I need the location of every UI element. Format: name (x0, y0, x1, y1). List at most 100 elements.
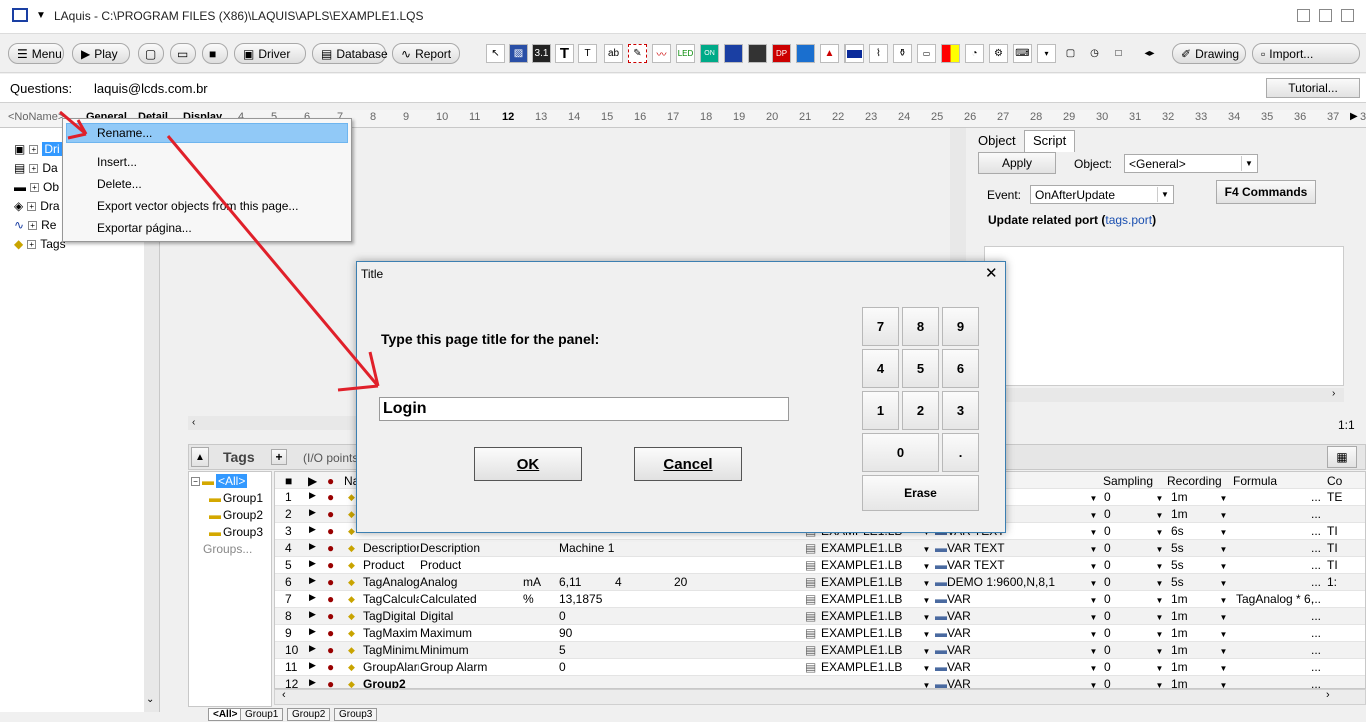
tab-page-35[interactable]: 35 (1261, 111, 1273, 123)
scroll-left-icon[interactable]: ‹ (282, 689, 286, 701)
cell-recording[interactable]: 5s (1171, 575, 1184, 589)
key-1[interactable]: 1 (862, 391, 899, 430)
tree-item-drawing[interactable]: ◈ + Dra (14, 197, 60, 215)
menu-item-insert[interactable]: Insert... (97, 152, 137, 172)
key-0[interactable]: 0 (862, 433, 939, 472)
cell-unit[interactable]: mA (523, 575, 541, 589)
scroll-right-icon[interactable]: ▶ (1350, 111, 1358, 122)
bottom-tab-group1[interactable]: Group1 (240, 708, 284, 721)
pointer-tool-icon[interactable]: ↖ (486, 44, 505, 63)
cell-file[interactable]: EXAMPLE1.LB (821, 643, 902, 657)
tag-icon[interactable]: ◆ (348, 679, 355, 688)
scroll-left-icon[interactable]: ‹ (192, 417, 195, 428)
cell-sampling[interactable]: 0 (1104, 558, 1111, 572)
groups-more-link[interactable]: Groups... (203, 542, 252, 556)
cell-port[interactable]: VAR TEXT (947, 558, 1005, 572)
play-icon[interactable]: ▶ (309, 626, 316, 637)
tag-icon[interactable]: ◆ (348, 577, 355, 588)
group-item-all[interactable]: − ▬ <All> (191, 474, 248, 488)
key-9[interactable]: 9 (942, 307, 979, 346)
cell-co[interactable]: TI (1327, 541, 1338, 555)
chevron-down-icon[interactable]: ▼ (920, 542, 933, 556)
chevron-down-icon[interactable]: ▼ (920, 559, 933, 573)
table-row[interactable]: ▶ ● ◆ ▤ ▬ 11 GroupAlarn Group Alarm 0 EXAMPLE1.LB… (275, 659, 1365, 676)
colors-tool-icon[interactable] (941, 44, 960, 63)
chevron-down-icon[interactable]: ▼ (1153, 593, 1166, 607)
script-hscrollbar[interactable] (984, 388, 1344, 402)
tab-page-22[interactable]: 22 (832, 111, 844, 123)
chevron-down-icon[interactable]: ▼ (1153, 610, 1166, 624)
bottom-tab-group2[interactable]: Group2 (287, 708, 331, 721)
chevron-down-icon[interactable]: ▼ (1153, 576, 1166, 590)
alarm-tool-icon[interactable]: ▲ (820, 44, 839, 63)
cell-desc[interactable]: Analog (420, 575, 457, 589)
gear-tool-icon[interactable]: ⚙ (989, 44, 1008, 63)
expand-icon[interactable]: + (27, 239, 37, 249)
key-8[interactable]: 8 (902, 307, 939, 346)
script-editor[interactable] (984, 246, 1344, 386)
chevron-down-icon[interactable]: ▼ (1153, 678, 1166, 689)
cell-desc[interactable]: Group Alarm (420, 660, 487, 674)
cell-name[interactable]: Group2 (363, 677, 419, 688)
chevron-down-icon[interactable]: ▼ (1217, 661, 1230, 675)
chevron-down-icon[interactable]: ▼ (1087, 627, 1100, 641)
cell-file[interactable]: EXAMPLE1.LB (821, 575, 902, 589)
cell-desc[interactable]: Maximum (420, 626, 472, 640)
chevron-down-icon[interactable]: ▼ (1217, 508, 1230, 522)
cell-recording[interactable]: 6s (1171, 524, 1184, 538)
formula-edit-button[interactable]: ... (1311, 643, 1321, 657)
cell-recording[interactable]: 1m (1171, 609, 1188, 623)
cell-co[interactable]: 1: (1327, 575, 1337, 589)
tab-page-28[interactable]: 28 (1030, 111, 1042, 123)
bottle-tool-icon[interactable]: ⚱ (893, 44, 912, 63)
chevron-down-icon[interactable]: ▼ (1087, 525, 1100, 539)
cell-port[interactable]: VAR (947, 677, 971, 688)
chevron-down-icon[interactable]: ▼ (1217, 644, 1230, 658)
group-item-1[interactable]: ▬ Group1 (209, 491, 263, 505)
menu-item-export-vector[interactable]: Export vector objects from this page... (97, 196, 298, 216)
table-row[interactable]: ▶ ● ◆ ▤ ▬ 8 TagDigital Digital 0 EXAMPLE1.LB VAR 0 1… (275, 608, 1365, 625)
key-3[interactable]: 3 (942, 391, 979, 430)
tree-item-tags[interactable]: ◆ + Tags (14, 235, 66, 253)
tag-icon[interactable]: ◆ (348, 492, 355, 503)
cell-port[interactable]: VAR (947, 660, 971, 674)
group-item-3[interactable]: ▬ Group3 (209, 525, 263, 539)
chevron-down-icon[interactable]: ▼ (920, 661, 933, 675)
cell-recording[interactable]: 1m (1171, 507, 1188, 521)
square-tool-icon[interactable]: □ (1109, 44, 1128, 63)
tab-page-24[interactable]: 24 (898, 111, 910, 123)
maximize-icon[interactable] (1319, 9, 1332, 22)
cell-recording[interactable]: 1m (1171, 592, 1188, 606)
record-icon[interactable]: ● (327, 660, 334, 674)
bottom-tab-all[interactable]: <All> (208, 708, 243, 721)
graph-tool-icon[interactable]: ⌇ (869, 44, 888, 63)
cell-name[interactable]: Descriptior (363, 541, 419, 555)
tab-noname[interactable]: <NoName> (8, 111, 64, 123)
tab-page-10[interactable]: 10 (436, 111, 448, 123)
chevron-down-icon[interactable]: ▼ (1217, 525, 1230, 539)
cell-recording[interactable]: 1m (1171, 643, 1188, 657)
cell-value[interactable]: Machine 1 (559, 541, 614, 555)
chevron-down-icon[interactable]: ▼ (1087, 678, 1100, 689)
chevron-down-icon[interactable]: ▼ (1217, 542, 1230, 556)
key-7[interactable]: 7 (862, 307, 899, 346)
tab-script[interactable]: Script (1024, 130, 1076, 152)
close-icon[interactable] (1341, 9, 1354, 22)
grid-tool-icon[interactable] (748, 44, 767, 63)
chevron-down-icon[interactable]: ▼ (1217, 610, 1230, 624)
col-header-formula[interactable]: Formula (1233, 474, 1277, 488)
chevron-down-icon[interactable]: ▼ (1087, 559, 1100, 573)
tree-item-database[interactable]: ▤ + Da (14, 159, 58, 177)
cell-name[interactable]: TagMinimu (363, 643, 419, 657)
switch-tool-icon[interactable]: ON (700, 44, 719, 63)
play-icon[interactable]: ▶ (309, 660, 316, 671)
tab-page-36[interactable]: 36 (1294, 111, 1306, 123)
close-icon[interactable]: ✕ (985, 264, 998, 282)
tab-page-30[interactable]: 30 (1096, 111, 1108, 123)
cell-max[interactable]: 20 (674, 575, 687, 589)
formula-edit-button[interactable]: ... (1311, 626, 1321, 640)
table-row[interactable]: ▶ ● ◆ ▤ ▬ 6 TagAnalog Analog mA 6,11 4 20 EXAMPLE1.L… (275, 574, 1365, 591)
tab-page-13[interactable]: 13 (535, 111, 547, 123)
formula-edit-button[interactable]: ... (1311, 660, 1321, 674)
formula-edit-button[interactable]: ... (1311, 507, 1321, 521)
